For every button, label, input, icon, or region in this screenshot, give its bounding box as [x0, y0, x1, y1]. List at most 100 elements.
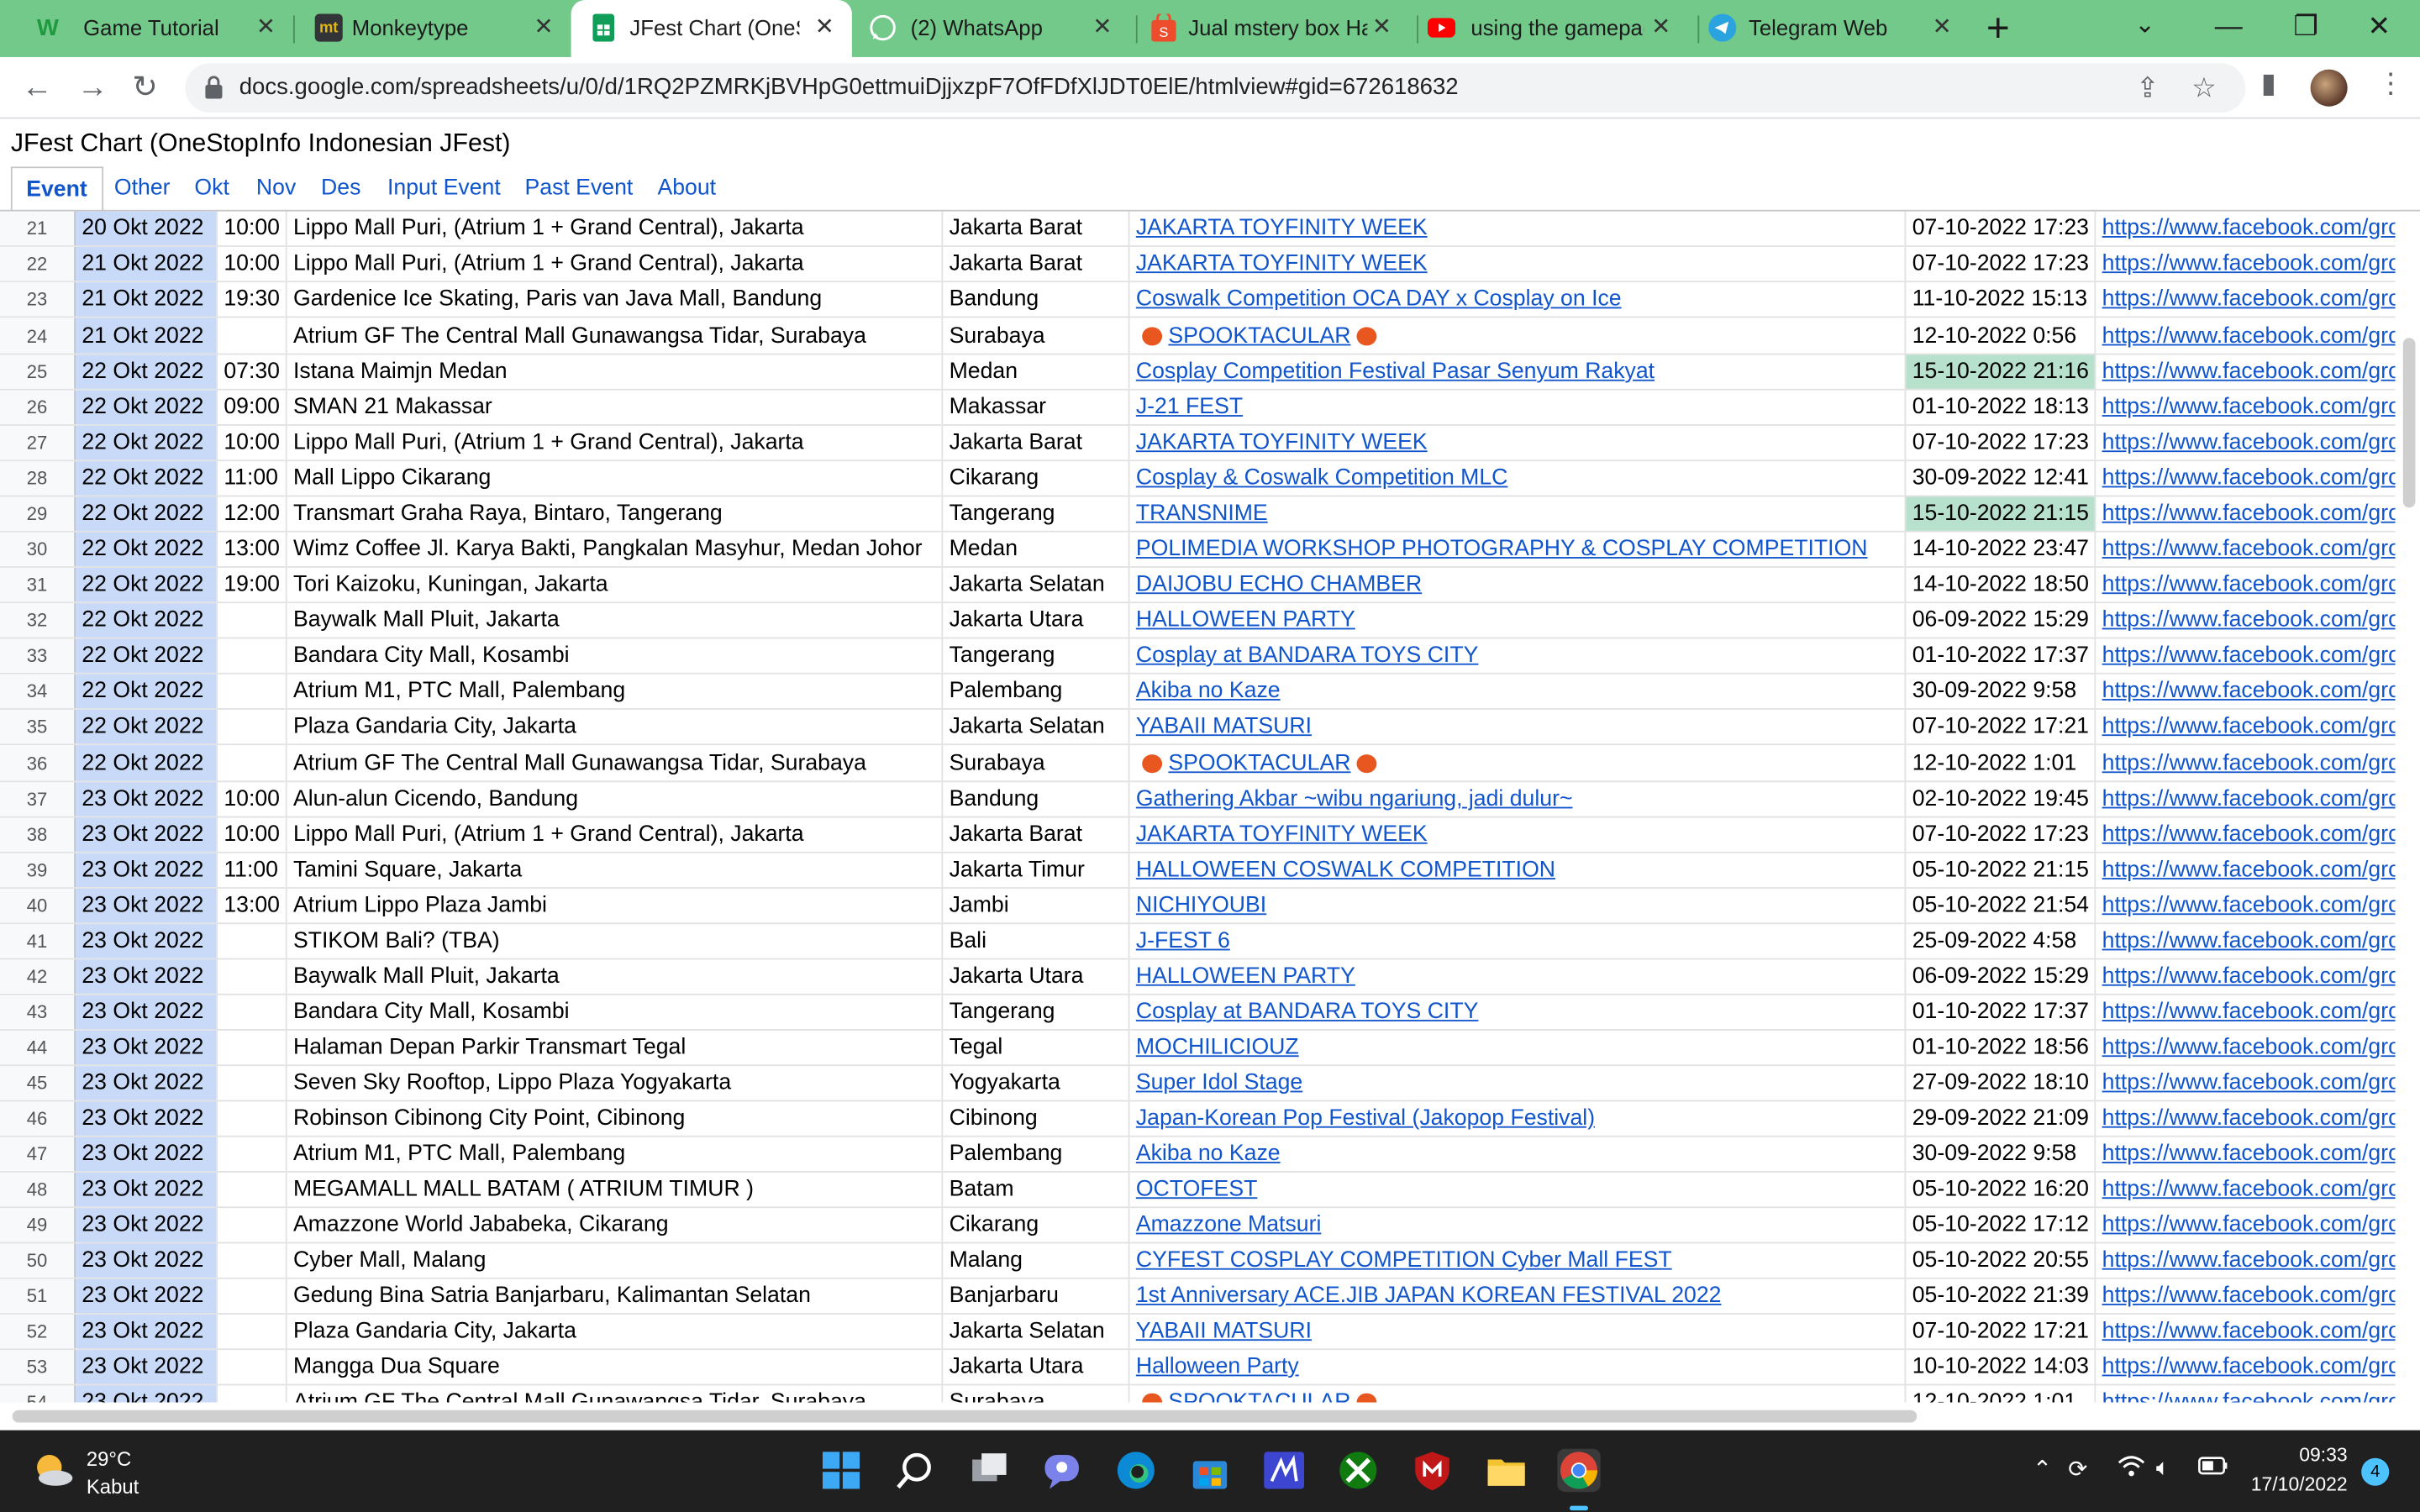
- event-link[interactable]: Halloween Party: [1129, 1350, 1907, 1384]
- time-cell[interactable]: 13:00: [218, 532, 287, 567]
- facebook-link[interactable]: https://www.facebook.com/gro: [2096, 995, 2396, 1029]
- event-link[interactable]: YABAII MATSURI: [1129, 709, 1907, 744]
- date-cell[interactable]: 22 Okt 2022: [75, 638, 218, 673]
- address-bar[interactable]: docs.google.com/spreadsheets/u/0/d/1RQ2P…: [185, 63, 2246, 113]
- venue-cell[interactable]: Mangga Dua Square: [287, 1350, 944, 1384]
- event-link[interactable]: DAIJOBU ECHO CHAMBER: [1129, 567, 1907, 602]
- date-cell[interactable]: 23 Okt 2022: [75, 1278, 218, 1314]
- facebook-link[interactable]: https://www.facebook.com/gro: [2096, 1385, 2396, 1403]
- city-cell[interactable]: Jakarta Barat: [943, 211, 1130, 246]
- time-cell[interactable]: 12:00: [218, 496, 287, 531]
- city-cell[interactable]: Banjarbaru: [943, 1278, 1130, 1314]
- city-cell[interactable]: Cikarang: [943, 461, 1130, 496]
- updated-cell[interactable]: 07-10-2022 17:21: [1906, 1314, 2096, 1349]
- venue-cell[interactable]: Seven Sky Rooftop, Lippo Plaza Yogyakart…: [287, 1066, 944, 1100]
- event-link[interactable]: MOCHILICIOUZ: [1129, 1030, 1907, 1065]
- time-cell[interactable]: 10:00: [218, 425, 287, 460]
- venue-cell[interactable]: STIKOM Bali? (TBA): [287, 924, 944, 958]
- city-cell[interactable]: Tangerang: [943, 995, 1130, 1030]
- date-cell[interactable]: 21 Okt 2022: [75, 318, 218, 354]
- venue-cell[interactable]: Lippo Mall Puri, (Atrium 1 + Grand Centr…: [287, 817, 944, 852]
- event-link[interactable]: POLIMEDIA WORKSHOP PHOTOGRAPHY & COSPLAY…: [1129, 532, 1907, 567]
- wifi-icon[interactable]: [2118, 1455, 2145, 1483]
- date-cell[interactable]: 22 Okt 2022: [75, 425, 218, 460]
- facebook-link[interactable]: https://www.facebook.com/gro: [2096, 1350, 2396, 1383]
- time-cell[interactable]: 10:00: [218, 817, 287, 852]
- city-cell[interactable]: Jakarta Barat: [943, 246, 1130, 281]
- updated-cell[interactable]: 30-09-2022 12:41: [1906, 461, 2096, 496]
- updated-cell[interactable]: 05-10-2022 17:12: [1906, 1208, 2096, 1242]
- city-cell[interactable]: Surabaya: [943, 318, 1130, 354]
- date-cell[interactable]: 21 Okt 2022: [75, 282, 218, 317]
- city-cell[interactable]: Medan: [943, 532, 1130, 567]
- city-cell[interactable]: Jakarta Utara: [943, 959, 1130, 994]
- notification-badge[interactable]: 4: [2361, 1457, 2390, 1486]
- event-link[interactable]: J-FEST 6: [1129, 924, 1907, 958]
- browser-tab-telegram[interactable]: Telegram Web ✕: [1699, 0, 1977, 57]
- city-cell[interactable]: Jakarta Utara: [943, 603, 1130, 638]
- time-cell[interactable]: [218, 674, 287, 709]
- side-panel-icon[interactable]: ▮: [2261, 68, 2276, 101]
- venue-cell[interactable]: Atrium GF The Central Mall Gunawangsa Ti…: [287, 318, 944, 354]
- updated-cell[interactable]: 27-09-2022 18:10: [1906, 1066, 2096, 1100]
- weather-icon[interactable]: [31, 1449, 74, 1492]
- xbox-icon[interactable]: [1337, 1449, 1380, 1492]
- venue-cell[interactable]: Gedung Bina Satria Banjarbaru, Kalimanta…: [287, 1278, 944, 1314]
- venue-cell[interactable]: Cyber Mall, Malang: [287, 1243, 944, 1278]
- city-cell[interactable]: Jakarta Selatan: [943, 1314, 1130, 1349]
- time-cell[interactable]: [218, 1066, 287, 1100]
- venue-cell[interactable]: Robinson Cibinong City Point, Cibinong: [287, 1101, 944, 1136]
- date-cell[interactable]: 23 Okt 2022: [75, 1350, 218, 1384]
- city-cell[interactable]: Tegal: [943, 1030, 1130, 1065]
- facebook-link[interactable]: https://www.facebook.com/gro: [2096, 889, 2396, 922]
- updated-cell[interactable]: 25-09-2022 4:58: [1906, 924, 2096, 958]
- city-cell[interactable]: Tangerang: [943, 638, 1130, 673]
- date-cell[interactable]: 23 Okt 2022: [75, 1101, 218, 1136]
- time-cell[interactable]: [218, 318, 287, 354]
- time-cell[interactable]: 13:00: [218, 888, 287, 923]
- browser-tab-whatsapp[interactable]: (2) WhatsApp ✕: [856, 0, 1134, 57]
- time-cell[interactable]: [218, 745, 287, 781]
- city-cell[interactable]: Jakarta Selatan: [943, 567, 1130, 602]
- date-cell[interactable]: 22 Okt 2022: [75, 496, 218, 531]
- tab-input-event[interactable]: Input Event: [387, 176, 501, 200]
- search-icon[interactable]: [893, 1449, 936, 1492]
- time-cell[interactable]: [218, 1243, 287, 1278]
- facebook-link[interactable]: https://www.facebook.com/gro: [2096, 924, 2396, 958]
- updated-cell[interactable]: 06-09-2022 15:29: [1906, 959, 2096, 994]
- facebook-link[interactable]: https://www.facebook.com/gro: [2096, 354, 2396, 388]
- updated-cell[interactable]: 01-10-2022 18:56: [1906, 1030, 2096, 1065]
- updated-cell[interactable]: 05-10-2022 21:39: [1906, 1278, 2096, 1314]
- venue-cell[interactable]: Bandara City Mall, Kosambi: [287, 995, 944, 1030]
- facebook-link[interactable]: https://www.facebook.com/gro: [2096, 282, 2396, 316]
- time-cell[interactable]: 11:00: [218, 853, 287, 888]
- updated-cell[interactable]: 06-09-2022 15:29: [1906, 603, 2096, 638]
- horizontal-scrollbar[interactable]: [0, 1402, 2396, 1431]
- event-link[interactable]: SPOOKTACULAR: [1129, 745, 1907, 781]
- city-cell[interactable]: Bali: [943, 924, 1130, 958]
- date-cell[interactable]: 23 Okt 2022: [75, 1208, 218, 1242]
- city-cell[interactable]: Batam: [943, 1172, 1130, 1207]
- venue-cell[interactable]: Mall Lippo Cikarang: [287, 461, 944, 496]
- venue-cell[interactable]: Baywalk Mall Pluit, Jakarta: [287, 603, 944, 638]
- venue-cell[interactable]: Atrium GF The Central Mall Gunawangsa Ti…: [287, 745, 944, 781]
- city-cell[interactable]: Jambi: [943, 888, 1130, 923]
- facebook-link[interactable]: https://www.facebook.com/gro: [2096, 391, 2396, 424]
- file-explorer-icon[interactable]: [1485, 1449, 1528, 1492]
- facebook-link[interactable]: https://www.facebook.com/gro: [2096, 710, 2396, 743]
- event-link[interactable]: YABAII MATSURI: [1129, 1314, 1907, 1349]
- updated-cell[interactable]: 14-10-2022 18:50: [1906, 567, 2096, 602]
- city-cell[interactable]: Surabaya: [943, 745, 1130, 781]
- updated-cell[interactable]: 01-10-2022 18:13: [1906, 390, 2096, 425]
- updated-cell[interactable]: 02-10-2022 19:45: [1906, 782, 2096, 816]
- updated-cell[interactable]: 07-10-2022 17:21: [1906, 709, 2096, 744]
- time-cell[interactable]: [218, 1101, 287, 1136]
- updated-cell[interactable]: 12-10-2022 1:01: [1906, 1385, 2096, 1403]
- city-cell[interactable]: Makassar: [943, 390, 1130, 425]
- facebook-link[interactable]: https://www.facebook.com/gro: [2096, 782, 2396, 816]
- city-cell[interactable]: Jakarta Utara: [943, 1350, 1130, 1384]
- event-link[interactable]: Japan-Korean Pop Festival (Jakopop Festi…: [1129, 1101, 1907, 1136]
- date-cell[interactable]: 22 Okt 2022: [75, 461, 218, 496]
- city-cell[interactable]: Cibinong: [943, 1101, 1130, 1136]
- event-link[interactable]: Cosplay & Coswalk Competition MLC: [1129, 461, 1907, 496]
